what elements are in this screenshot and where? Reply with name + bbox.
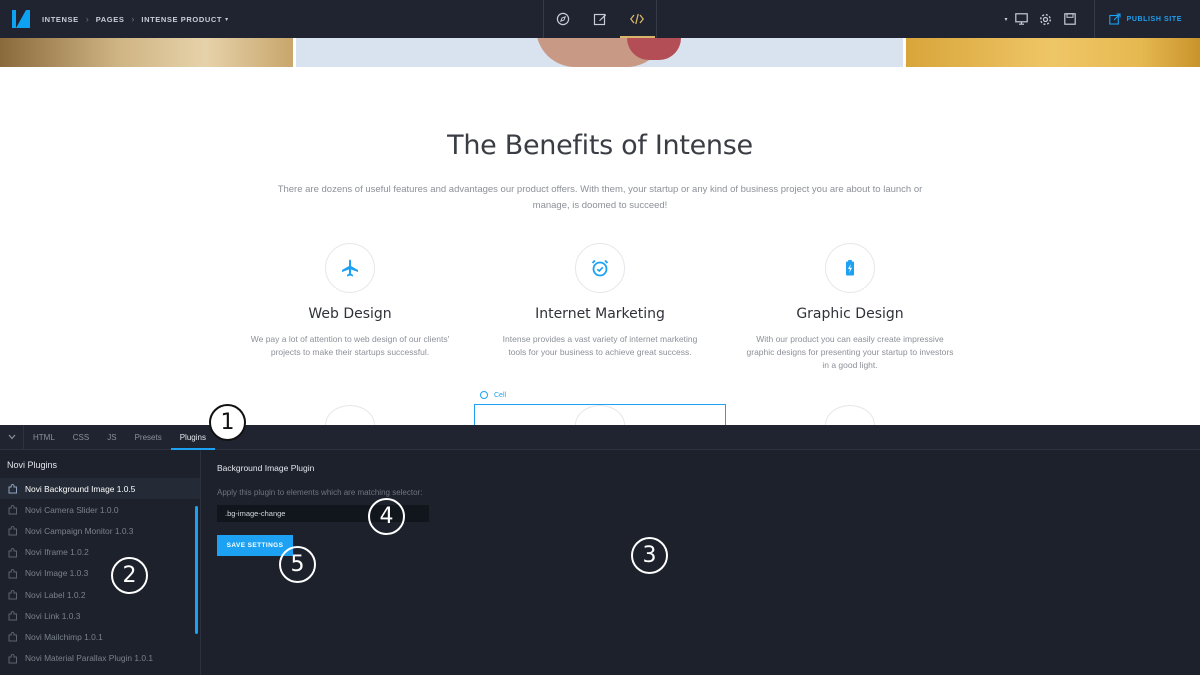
tab-presets[interactable]: Presets	[126, 425, 171, 449]
chevron-down-icon	[8, 434, 15, 440]
plugin-name: Novi Mailchimp 1.0.1	[25, 631, 103, 642]
callout-marker-3: 3	[631, 537, 668, 574]
selector-help-text: Apply this plugin to elements which are …	[217, 488, 423, 497]
cell-target-icon	[480, 391, 488, 399]
plugin-list-item[interactable]: Novi Camera Slider 1.0.0	[0, 499, 200, 520]
puzzle-icon	[8, 610, 18, 621]
caret-down-icon[interactable]: ▾	[1005, 16, 1008, 23]
external-link-icon	[1108, 13, 1121, 25]
callout-marker-1: 1	[209, 404, 246, 441]
breadcrumb: INTENSE › PAGES › INTENSE PRODUCT ▾	[42, 14, 228, 24]
alarm-clock-icon	[591, 259, 609, 277]
hero-images	[0, 38, 1200, 67]
breadcrumb-separator-icon: ›	[85, 14, 89, 24]
cell-label-text: Cell	[494, 391, 507, 399]
feature-web-design: Web Design We pay a lot of attention to …	[235, 243, 465, 359]
breadcrumb-item-page[interactable]: INTENSE PRODUCT	[141, 15, 222, 24]
plugins-list-scrollbar[interactable]	[195, 506, 198, 634]
plugin-name: Novi Background Image 1.0.5	[25, 483, 136, 494]
plugin-name: Novi Material Parallax Plugin 1.0.1	[25, 653, 154, 664]
feature-icon-circle	[825, 243, 875, 293]
code-mode-button[interactable]	[619, 0, 656, 38]
plugin-list-item[interactable]: Novi Iframe 1.0.2	[0, 542, 200, 563]
tab-html[interactable]: HTML	[24, 425, 64, 449]
tab-js[interactable]: JS	[98, 425, 125, 449]
feature-graphic-design: Graphic Design With our product you can …	[735, 243, 965, 372]
plugin-list-item[interactable]: Novi Mailchimp 1.0.1	[0, 626, 200, 647]
section-intro: There are dozens of useful features and …	[277, 184, 923, 211]
collapse-panel-button[interactable]	[0, 425, 24, 449]
novi-logo-icon[interactable]	[12, 10, 30, 28]
breadcrumb-item-site[interactable]: INTENSE	[42, 15, 79, 24]
plugin-list-item[interactable]: Novi Background Image 1.0.5	[0, 478, 200, 500]
plugin-name: Novi Campaign Monitor 1.0.3	[25, 525, 134, 536]
plugin-list-item[interactable]: Novi Campaign Monitor 1.0.3	[0, 520, 200, 541]
airplane-icon	[342, 259, 358, 277]
cell-selection-label[interactable]: Cell	[480, 391, 506, 399]
puzzle-icon	[8, 504, 18, 515]
feature-icon-circle	[575, 243, 625, 293]
plugin-name: Novi Link 1.0.3	[25, 610, 81, 621]
breadcrumb-item-pages[interactable]: PAGES	[96, 15, 125, 24]
battery-icon	[846, 260, 854, 276]
edit-icon	[593, 13, 606, 26]
callout-marker-4: 4	[368, 498, 405, 535]
puzzle-icon	[8, 547, 18, 558]
right-toolbar: ▾ PUBLISH SITE	[1005, 0, 1200, 38]
mode-switcher	[543, 0, 657, 38]
hero-image-left	[0, 38, 293, 67]
monitor-icon	[1015, 13, 1028, 25]
plugin-list-item[interactable]: Novi Label 1.0.2	[0, 584, 200, 605]
callout-marker-5: 5	[279, 546, 316, 583]
breadcrumb-separator-icon: ›	[131, 14, 135, 24]
plugins-list-title: Novi Plugins	[7, 460, 58, 470]
compass-icon	[556, 12, 569, 26]
plugin-name: Novi Camera Slider 1.0.0	[25, 504, 119, 515]
tab-css[interactable]: CSS	[64, 425, 98, 449]
puzzle-icon	[8, 653, 18, 664]
plugin-list-item[interactable]: Novi Material Parallax Plugin 1.0.1	[0, 648, 200, 669]
publish-site-label: PUBLISH SITE	[1126, 15, 1182, 23]
settings-button[interactable]	[1034, 0, 1058, 38]
plugins-list: Novi Plugins Novi Background Image 1.0.5…	[0, 451, 201, 675]
plugin-list-item[interactable]: Novi Link 1.0.3	[0, 605, 200, 626]
navigator-mode-button[interactable]	[544, 0, 581, 38]
plugin-name: Novi Image 1.0.3	[25, 568, 89, 579]
top-bar: INTENSE › PAGES › INTENSE PRODUCT ▾ ▾ PU…	[0, 0, 1200, 38]
plugin-name: Novi Label 1.0.2	[25, 589, 86, 600]
feature-text: With our product you can easily create i…	[746, 334, 954, 370]
gear-icon	[1040, 13, 1052, 25]
section-title: The Benefits of Intense	[447, 130, 753, 161]
save-icon	[1063, 13, 1076, 25]
feature-text: We pay a lot of attention to web design …	[250, 334, 450, 357]
save-page-button[interactable]	[1058, 0, 1082, 38]
feature-internet-marketing: Internet Marketing Intense provides a va…	[485, 243, 715, 359]
publish-site-button[interactable]: PUBLISH SITE	[1093, 0, 1200, 38]
code-icon	[630, 13, 645, 25]
plugin-name: Novi Iframe 1.0.2	[25, 547, 89, 558]
feature-title: Internet Marketing	[535, 306, 665, 322]
puzzle-icon	[8, 568, 18, 579]
feature-icon-circle	[325, 243, 375, 293]
hero-image-center	[296, 38, 903, 67]
caret-down-icon[interactable]: ▾	[225, 16, 228, 23]
edit-mode-button[interactable]	[581, 0, 618, 38]
plugin-settings-title: Background Image Plugin	[217, 463, 315, 473]
puzzle-icon	[8, 525, 18, 536]
panel-tabs: HTML CSS JS Presets Plugins	[0, 425, 1200, 450]
hero-image-right	[906, 38, 1200, 67]
puzzle-icon	[8, 589, 18, 600]
code-panel: HTML CSS JS Presets Plugins Novi Plugins…	[0, 425, 1200, 675]
feature-text: Intense provides a vast variety of inter…	[502, 334, 698, 357]
feature-title: Graphic Design	[796, 306, 904, 322]
tab-plugins[interactable]: Plugins	[170, 425, 216, 450]
puzzle-icon	[8, 483, 18, 494]
callout-marker-2: 2	[111, 557, 148, 594]
feature-title: Web Design	[308, 306, 392, 322]
device-preview-button[interactable]	[1010, 0, 1034, 38]
puzzle-icon	[8, 631, 18, 642]
plugin-list-item[interactable]: Novi Image 1.0.3	[0, 563, 200, 584]
